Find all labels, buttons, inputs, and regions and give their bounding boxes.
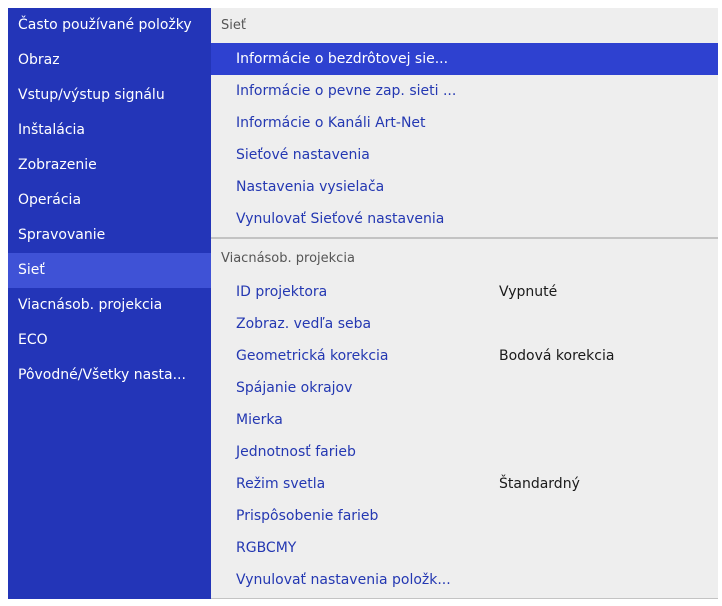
menu-item-label: Informácie o pevne zap. sieti ...	[236, 83, 457, 99]
menu-item-label: ID projektora	[236, 284, 328, 300]
menu-item-label: Geometrická korekcia	[236, 348, 389, 364]
menu-item-value: Bodová korekcia	[499, 348, 615, 364]
menu-item-label: Jednotnosť farieb	[236, 444, 356, 460]
sidebar-item-signal-io[interactable]: Vstup/výstup signálu	[8, 78, 211, 113]
sidebar-item-network[interactable]: Sieť	[8, 253, 211, 288]
menu-item-label: Mierka	[236, 412, 283, 428]
sidebar-item-image[interactable]: Obraz	[8, 43, 211, 78]
menu-item-label: Informácie o bezdrôtovej sie...	[236, 51, 449, 67]
menu-item-projector-id[interactable]: ID projektora Vypnuté	[211, 276, 718, 308]
menu-item-reset-multi-projection[interactable]: Vynulovať nastavenia položk...	[211, 564, 718, 596]
menu-item-label: Vynulovať Sieťové nastavenia	[236, 211, 445, 227]
menu-item-label: Informácie o Kanáli Art-Net	[236, 115, 426, 131]
menu-item-color-uniformity[interactable]: Jednotnosť farieb	[211, 436, 718, 468]
sidebar-item-multi-projection[interactable]: Viacnásob. projekcia	[8, 288, 211, 323]
sidebar-item-reset-all[interactable]: Pôvodné/Všetky nasta...	[8, 358, 211, 393]
menu-item-color-matching[interactable]: Prispôsobenie farieb	[211, 500, 718, 532]
sidebar-item-installation[interactable]: Inštalácia	[8, 113, 211, 148]
sidebar-item-frequent[interactable]: Často používané položky	[8, 8, 211, 43]
menu-item-tiling[interactable]: Zobraz. vedľa seba	[211, 308, 718, 340]
menu-item-wired-info[interactable]: Informácie o pevne zap. sieti ...	[211, 75, 718, 107]
menu-item-light-mode[interactable]: Režim svetla Štandardný	[211, 468, 718, 500]
menu-item-transmitter-settings[interactable]: Nastavenia vysielača	[211, 171, 718, 203]
menu-item-label: Prispôsobenie farieb	[236, 508, 379, 524]
section-header-multi-projection: Viacnásob. projekcia	[221, 251, 355, 266]
menu-item-wireless-info[interactable]: Informácie o bezdrôtovej sie...	[211, 43, 718, 75]
menu-item-label: Spájanie okrajov	[236, 380, 353, 396]
category-sidebar: Často používané položky Obraz Vstup/výst…	[8, 8, 211, 599]
settings-panel: Sieť Informácie o bezdrôtovej sie... Inf…	[211, 8, 718, 599]
section-divider	[211, 598, 718, 599]
sidebar-item-eco[interactable]: ECO	[8, 323, 211, 358]
sidebar-item-display[interactable]: Zobrazenie	[8, 148, 211, 183]
menu-item-geometry-correction[interactable]: Geometrická korekcia Bodová korekcia	[211, 340, 718, 372]
projector-menu: Často používané položky Obraz Vstup/výst…	[8, 8, 718, 599]
section-header-network: Sieť	[221, 18, 246, 33]
menu-item-rgbcmy[interactable]: RGBCMY	[211, 532, 718, 564]
menu-item-scale[interactable]: Mierka	[211, 404, 718, 436]
menu-item-label: Nastavenia vysielača	[236, 179, 385, 195]
menu-item-art-net-info[interactable]: Informácie o Kanáli Art-Net	[211, 107, 718, 139]
menu-item-label: RGBCMY	[236, 540, 297, 556]
menu-item-reset-network[interactable]: Vynulovať Sieťové nastavenia	[211, 203, 718, 235]
menu-item-label: Zobraz. vedľa seba	[236, 316, 372, 332]
section-divider	[211, 237, 718, 239]
menu-item-label: Vynulovať nastavenia položk...	[236, 572, 451, 588]
menu-item-network-settings[interactable]: Sieťové nastavenia	[211, 139, 718, 171]
menu-item-label: Režim svetla	[236, 476, 326, 492]
sidebar-item-operation[interactable]: Operácia	[8, 183, 211, 218]
menu-item-value: Štandardný	[499, 476, 580, 492]
sidebar-item-management[interactable]: Spravovanie	[8, 218, 211, 253]
menu-item-label: Sieťové nastavenia	[236, 147, 370, 163]
menu-item-value: Vypnuté	[499, 284, 558, 300]
menu-item-edge-blending[interactable]: Spájanie okrajov	[211, 372, 718, 404]
